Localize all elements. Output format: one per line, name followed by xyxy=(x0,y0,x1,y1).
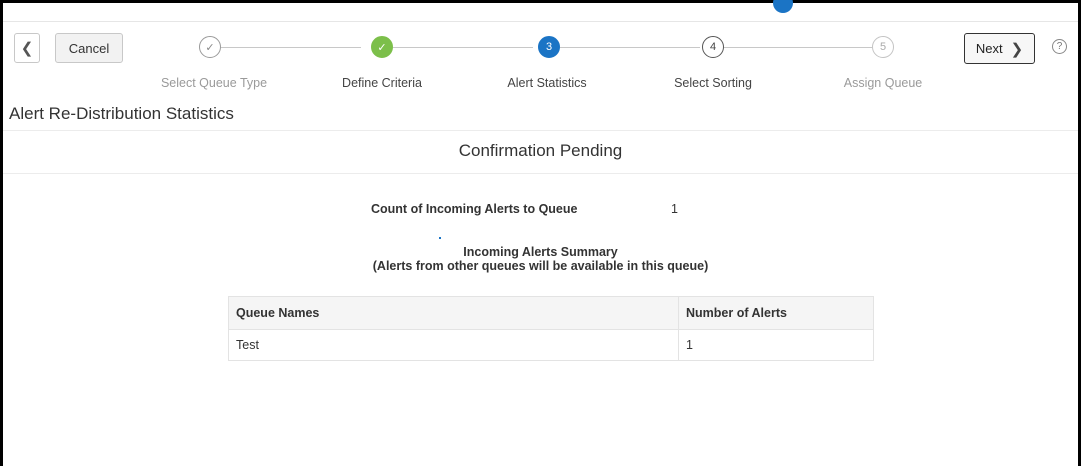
count-value: 1 xyxy=(671,202,678,216)
step-3-current-indicator[interactable]: 3 xyxy=(538,36,560,58)
next-button[interactable]: Next ❯ xyxy=(964,33,1035,64)
decorative-dot xyxy=(439,237,441,239)
step-1-label: Select Queue Type xyxy=(160,76,268,90)
table-header-row: Queue Names Number of Alerts xyxy=(228,296,874,330)
summary-heading: Incoming Alerts Summary (Alerts from oth… xyxy=(0,245,1081,273)
count-label: Count of Incoming Alerts to Queue xyxy=(371,202,578,216)
cancel-button[interactable]: Cancel xyxy=(55,33,123,63)
train-connector xyxy=(393,47,533,48)
summary-subtitle: (Alerts from other queues will be availa… xyxy=(372,259,709,273)
next-button-label: Next xyxy=(975,41,1003,56)
incoming-alerts-table: Queue Names Number of Alerts Test 1 xyxy=(228,296,874,361)
step-4-label: Select Sorting xyxy=(674,76,752,90)
back-button[interactable]: ❮ xyxy=(14,33,40,63)
step-4-indicator[interactable]: 4 xyxy=(702,36,724,58)
page-title: Alert Re-Distribution Statistics xyxy=(9,104,234,123)
step-2-label: Define Criteria xyxy=(342,76,422,90)
help-icon[interactable]: ? xyxy=(1052,39,1067,54)
step-5-indicator: 5 xyxy=(872,36,894,58)
train-connector xyxy=(221,47,361,48)
table-cell-queue-name: Test xyxy=(228,329,679,361)
top-strip xyxy=(3,0,1078,22)
top-indicator-dot xyxy=(773,0,793,13)
column-header-queue-names[interactable]: Queue Names xyxy=(228,296,679,330)
train-navigation-bar: ❮ Cancel ✓ Select Queue Type ✓ Define Cr… xyxy=(3,22,1078,104)
train-connector xyxy=(724,47,872,48)
chevron-left-icon: ❮ xyxy=(20,40,34,57)
table-row[interactable]: Test 1 xyxy=(228,329,874,361)
step-1-check-icon[interactable]: ✓ xyxy=(199,36,221,58)
step-5-label: Assign Queue xyxy=(843,76,923,90)
confirmation-band: Confirmation Pending xyxy=(3,130,1078,174)
summary-title: Incoming Alerts Summary xyxy=(463,245,618,259)
step-2-check-icon[interactable]: ✓ xyxy=(371,36,393,58)
chevron-right-icon: ❯ xyxy=(1010,40,1024,58)
table-cell-alert-count: 1 xyxy=(678,329,874,361)
train-connector xyxy=(560,47,700,48)
step-3-label: Alert Statistics xyxy=(507,76,587,90)
column-header-number-of-alerts[interactable]: Number of Alerts xyxy=(678,296,874,330)
confirmation-title: Confirmation Pending xyxy=(458,141,623,160)
